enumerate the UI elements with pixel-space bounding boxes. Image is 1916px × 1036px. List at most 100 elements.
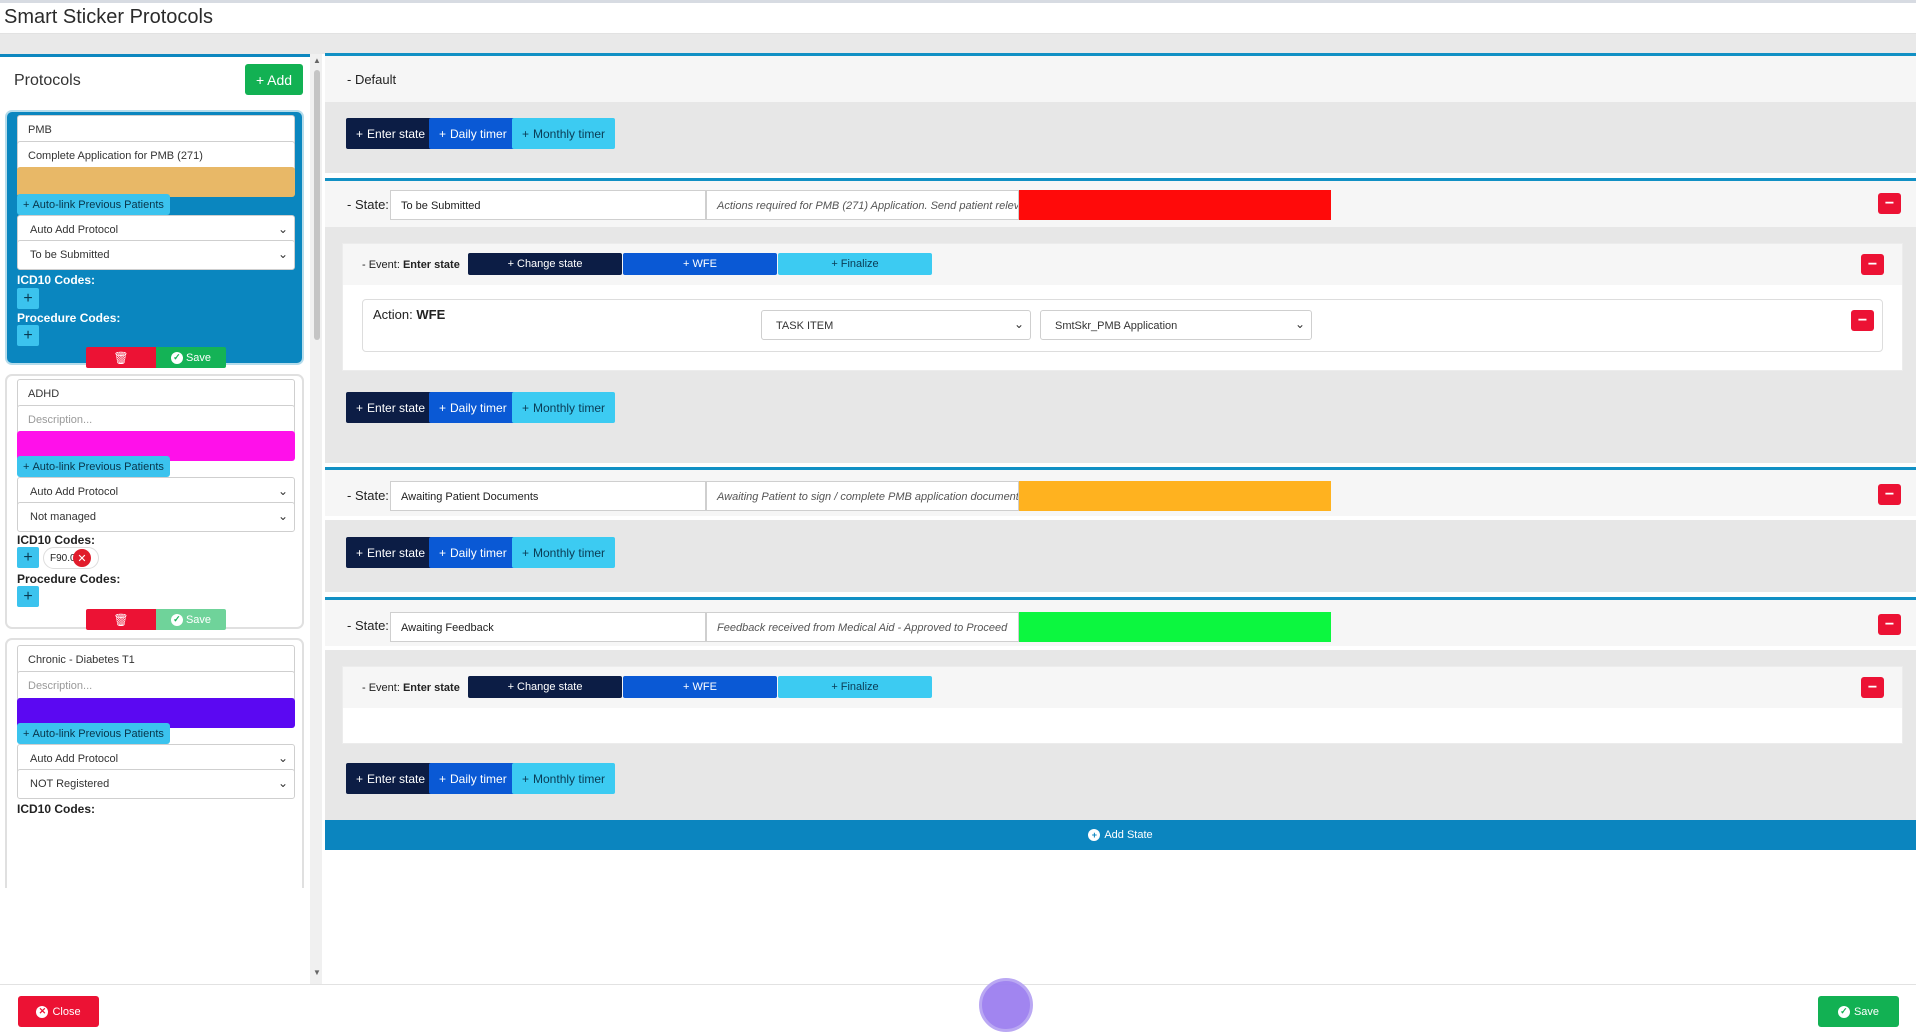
plus-icon: + (439, 545, 447, 560)
save-protocol-label: Save (185, 351, 212, 364)
action-target-select[interactable]: SmtSkr_PMB Application ⌄ (1040, 310, 1312, 340)
icd10-code-value: F90.0 (50, 552, 76, 564)
add-icd10-button[interactable]: + (17, 288, 39, 309)
state-section-to-be-submitted: - State: To be Submitted Actions require… (325, 178, 1916, 463)
add-protocol-button[interactable]: + Add (245, 64, 303, 95)
state-name-input[interactable]: Awaiting Feedback (390, 612, 706, 642)
plus-icon: + (439, 400, 447, 415)
protocol-card-diabetes[interactable]: Chronic - Diabetes T1 Description... + Au… (5, 638, 304, 888)
initial-state-select[interactable]: Not managed ⌄ (17, 502, 295, 532)
trash-icon: 🗑 (113, 350, 129, 365)
initial-state-select[interactable]: NOT Registered ⌄ (17, 769, 295, 799)
state-description-input[interactable]: Feedback received from Medical Aid - App… (706, 612, 1019, 642)
state-color-picker[interactable] (1019, 612, 1331, 642)
state-color-picker[interactable] (1019, 481, 1331, 511)
enter-state-button[interactable]: + Enter state (346, 392, 436, 423)
protocol-card-pmb[interactable]: PMB Complete Application for PMB (271) +… (5, 110, 304, 368)
plus-icon: + (356, 126, 364, 141)
monthly-timer-button[interactable]: + Monthly timer (512, 537, 616, 568)
autolink-button[interactable]: + Auto-link Previous Patients (17, 194, 170, 215)
enter-state-label: Enter state (367, 400, 426, 415)
state-description-input[interactable]: Awaiting Patient to sign / complete PMB … (706, 481, 1019, 511)
plus-icon: + (522, 771, 530, 786)
state-body: - Event: Enter state + Change state + WFE … (325, 650, 1916, 824)
state-label: - State: (347, 618, 389, 633)
remove-state-button[interactable]: − (1878, 484, 1901, 505)
remove-event-button[interactable]: − (1861, 677, 1884, 698)
protocol-color-picker[interactable] (17, 167, 295, 197)
auto-add-value: Auto Add Protocol (30, 486, 119, 498)
plus-icon: + (683, 258, 690, 270)
scrollbar-thumb[interactable] (314, 70, 320, 340)
enter-state-button[interactable]: + Enter state (346, 537, 436, 568)
remove-state-button[interactable]: − (1878, 193, 1901, 214)
enter-state-button[interactable]: + Enter state (346, 763, 436, 794)
state-header: - State: To be Submitted Actions require… (325, 181, 1916, 227)
action-type-select[interactable]: TASK ITEM ⌄ (761, 310, 1031, 340)
event-label: - Event: Enter state (362, 259, 460, 271)
state-section-awaiting-documents: - State: Awaiting Patient Documents Awai… (325, 467, 1916, 592)
protocol-list[interactable]: PMB Complete Application for PMB (271) +… (0, 104, 310, 984)
state-header: - State: Awaiting Feedback Feedback rece… (325, 600, 1916, 646)
state-color-picker[interactable] (1019, 190, 1331, 220)
event-header: - Event: Enter state + Change state + WFE … (343, 244, 1902, 285)
delete-protocol-button[interactable]: 🗑 (86, 347, 156, 368)
state-name-input[interactable]: To be Submitted (390, 190, 706, 220)
plus-icon: + (507, 681, 514, 693)
event-header: - Event: Enter state + Change state + WFE … (343, 667, 1902, 708)
change-state-button[interactable]: + Change state (468, 676, 622, 698)
autolink-button[interactable]: + Auto-link Previous Patients (17, 456, 170, 477)
chevron-down-icon: ⌄ (277, 751, 288, 765)
save-button[interactable]: ✓ Save (1818, 996, 1899, 1027)
plus-icon: + (23, 198, 30, 211)
add-procedure-button[interactable]: + (17, 586, 39, 607)
scroll-up-icon[interactable]: ▲ (313, 56, 321, 65)
wfe-button[interactable]: + WFE (623, 676, 777, 698)
plus-icon: + (522, 400, 530, 415)
protocol-description-input[interactable]: Description... (17, 671, 295, 701)
monthly-timer-button[interactable]: + Monthly timer (512, 118, 616, 149)
monthly-timer-label: Monthly timer (533, 400, 606, 415)
save-protocol-button[interactable]: ✓ Save (156, 609, 226, 630)
footer: ✕ Close ✓ Save (0, 984, 1916, 1036)
add-procedure-button[interactable]: + (17, 325, 39, 346)
close-button[interactable]: ✕ Close (18, 996, 99, 1027)
state-description-input[interactable]: Actions required for PMB (271) Applicati… (706, 190, 1019, 220)
event-label: - Event: Enter state (362, 682, 460, 694)
initial-state-select[interactable]: To be Submitted ⌄ (17, 240, 295, 270)
protocol-card-adhd[interactable]: ADHD Description... + Auto-link Previous … (5, 374, 304, 630)
daily-timer-button[interactable]: + Daily timer (429, 392, 517, 423)
sidebar-scrollbar[interactable]: ▲ ▼ (312, 54, 322, 980)
save-protocol-button[interactable]: ✓ Save (156, 347, 226, 368)
daily-timer-button[interactable]: + Daily timer (429, 763, 517, 794)
default-section-header: - Default (325, 56, 1916, 102)
remove-event-button[interactable]: − (1861, 254, 1884, 275)
remove-state-button[interactable]: − (1878, 614, 1901, 635)
cursor-indicator (979, 978, 1033, 1032)
plus-icon: + (23, 460, 30, 473)
monthly-timer-button[interactable]: + Monthly timer (512, 763, 616, 794)
daily-timer-label: Daily timer (450, 400, 507, 415)
change-state-button[interactable]: + Change state (468, 253, 622, 275)
autolink-button[interactable]: + Auto-link Previous Patients (17, 723, 170, 744)
add-state-button[interactable]: + Add State (325, 820, 1916, 850)
remove-action-button[interactable]: − (1851, 310, 1874, 331)
event-label-name: Enter state (402, 259, 460, 271)
daily-timer-button[interactable]: + Daily timer (429, 118, 517, 149)
protocols-header: Protocols + Add (0, 54, 310, 104)
add-icd10-button[interactable]: + (17, 547, 39, 568)
delete-protocol-button[interactable]: 🗑 (86, 609, 156, 630)
enter-state-button[interactable]: + Enter state (346, 118, 436, 149)
monthly-timer-button[interactable]: + Monthly timer (512, 392, 616, 423)
wfe-button[interactable]: + WFE (623, 253, 777, 275)
state-name-input[interactable]: Awaiting Patient Documents (390, 481, 706, 511)
event-box: - Event: Enter state + Change state + WFE … (342, 666, 1903, 744)
daily-timer-button[interactable]: + Daily timer (429, 537, 517, 568)
scroll-down-icon[interactable]: ▼ (313, 968, 321, 977)
action-box: Action: WFE TASK ITEM ⌄ SmtSkr_PMB Applic… (362, 299, 1883, 352)
action-label-name: WFE (416, 307, 446, 322)
state-section-awaiting-feedback: - State: Awaiting Feedback Feedback rece… (325, 597, 1916, 824)
finalize-button[interactable]: + Finalize (778, 676, 932, 698)
remove-code-icon[interactable]: ✕ (73, 549, 91, 567)
finalize-button[interactable]: + Finalize (778, 253, 932, 275)
